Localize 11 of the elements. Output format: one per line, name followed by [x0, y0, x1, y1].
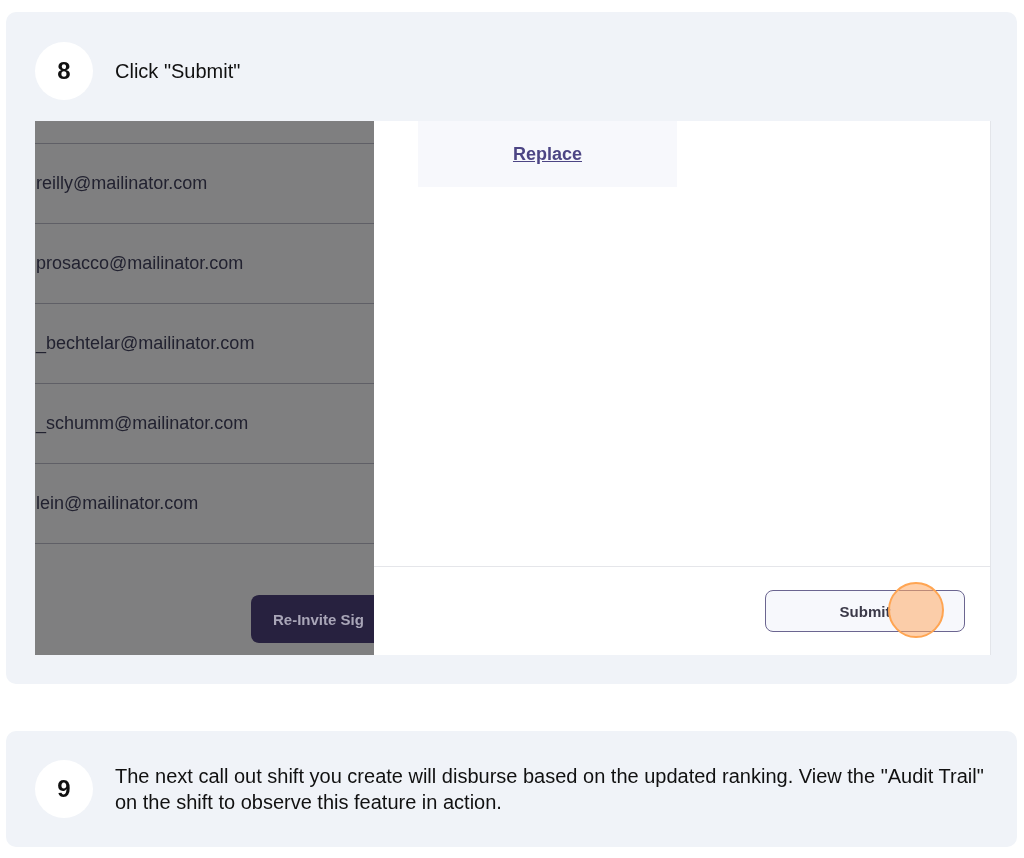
email-text: _bechtelar@mailinator.com [35, 333, 255, 354]
email-text: lein@mailinator.com [35, 493, 199, 514]
reinvite-button[interactable]: Re-Invite Sig [251, 595, 374, 643]
step-title: Click "Submit" [115, 59, 241, 83]
step-number: 9 [35, 760, 93, 818]
step-number: 8 [35, 42, 93, 100]
email-text: reilly@mailinator.com [35, 173, 208, 194]
replace-link[interactable]: Replace [512, 143, 582, 165]
email-text: prosacco@mailinator.com [35, 253, 244, 274]
step-description: The next call out shift you create will disburse based on the updated ranking. View the "Audit Trail" on the shift to observe this feature in action. [115, 764, 985, 815]
email-text: _schumm@mailinator.com [35, 413, 249, 434]
